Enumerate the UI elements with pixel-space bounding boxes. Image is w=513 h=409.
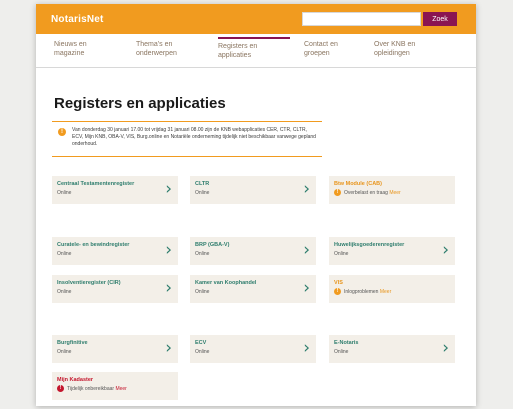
maintenance-notice: ! Van donderdag 30 januari 17.00 tot vri… (52, 121, 322, 157)
more-link[interactable]: Meer (389, 190, 400, 196)
tile-status: Online (57, 251, 72, 257)
tile-status: Online (57, 190, 72, 196)
tile-name: Btw Module (CAB) (334, 181, 382, 187)
warning-icon: ! (58, 128, 66, 136)
tile-brp[interactable]: BRP (GBA-V) Online › (190, 237, 316, 265)
tile-centraal-testamentenregister[interactable]: Centraal Testamentenregister Online › (52, 176, 178, 204)
tile-status-text: Overbelast en traag (344, 190, 388, 196)
tile-name: Burgfinitive (57, 340, 88, 346)
nav-item-over-knb[interactable]: Over KNB en opleidingen (374, 40, 446, 68)
tile-status: Online (195, 289, 210, 295)
top-bar: NotarisNet Zoek (36, 4, 476, 34)
chevron-right-icon: › (303, 240, 310, 260)
nav-item-label: Thema's en (136, 41, 173, 48)
tile-e-notaris[interactable]: E-Notaris Online › (329, 335, 455, 363)
main-nav: Nieuws en magazine Thema's en onderwerpe… (36, 34, 476, 68)
tile-name: E-Notaris (334, 340, 359, 346)
more-link[interactable]: Meer (115, 386, 126, 392)
nav-item-label: opleidingen (374, 50, 410, 57)
page: NotarisNet Zoek Nieuws en magazine Thema… (36, 4, 476, 406)
tile-status: Online (195, 349, 210, 355)
warning-icon: ! (334, 189, 341, 196)
tile-status-text: Inlogproblemen (344, 289, 379, 295)
tile-name: Mijn Kadaster (57, 377, 94, 383)
tile-name: ECV (195, 340, 207, 346)
tile-status: Online (57, 349, 72, 355)
nav-item-label: applicaties (218, 52, 252, 59)
nav-item-label: Nieuws en (54, 41, 87, 48)
tile-name: Curatele- en bewindregister (57, 242, 130, 248)
site-logo[interactable]: NotarisNet (51, 14, 104, 25)
tile-status: Online (334, 251, 349, 257)
tile-burgfinitive[interactable]: Burgfinitive Online › (52, 335, 178, 363)
notice-text: Van donderdag 30 januari 17.00 tot vrijd… (72, 127, 316, 147)
tile-mijn-kadaster[interactable]: Mijn Kadaster ! Tijdelijk onbereikbaar M… (52, 372, 178, 400)
warning-icon: ! (334, 288, 341, 295)
tile-ecv[interactable]: ECV Online › (190, 335, 316, 363)
page-title: Registers en applicaties (54, 95, 226, 112)
tile-status-text: Tijdelijk onbereikbaar (67, 386, 115, 392)
tile-status: Inlogproblemen Meer (344, 289, 391, 295)
tile-name: CLTR (195, 181, 210, 187)
tile-kamer-van-koophandel[interactable]: Kamer van Koophandel Online › (190, 275, 316, 303)
tile-curatele-register[interactable]: Curatele- en bewindregister Online › (52, 237, 178, 265)
chevron-right-icon: › (165, 240, 172, 260)
tile-name: Huwelijksgoederenregister (334, 242, 405, 248)
tile-vis[interactable]: VIS ! Inlogproblemen Meer (329, 275, 455, 303)
chevron-right-icon: › (303, 338, 310, 358)
search-button[interactable]: Zoek (423, 12, 457, 26)
tile-status: Tijdelijk onbereikbaar Meer (67, 386, 127, 392)
nav-item-themas[interactable]: Thema's en onderwerpen (136, 40, 208, 68)
nav-item-label: Contact en (304, 41, 338, 48)
tile-name: Kamer van Koophandel (195, 280, 257, 286)
tile-btw-module[interactable]: Btw Module (CAB) ! Overbelast en traag M… (329, 176, 455, 204)
tile-status: Online (334, 349, 349, 355)
chevron-right-icon: › (442, 240, 449, 260)
tile-insolventieregister[interactable]: Insolventieregister (CIR) Online › (52, 275, 178, 303)
chevron-right-icon: › (303, 278, 310, 298)
nav-item-registers[interactable]: Registers en applicaties (218, 37, 290, 65)
chevron-right-icon: › (165, 278, 172, 298)
chevron-right-icon: › (165, 338, 172, 358)
tile-status: Online (57, 289, 72, 295)
tile-cltr[interactable]: CLTR Online › (190, 176, 316, 204)
more-link[interactable]: Meer (380, 289, 391, 295)
tile-name: BRP (GBA-V) (195, 242, 230, 248)
tile-name: Centraal Testamentenregister (57, 181, 135, 187)
chevron-right-icon: › (303, 179, 310, 199)
nav-item-label: magazine (54, 50, 85, 57)
tile-status: Overbelast en traag Meer (344, 190, 401, 196)
nav-item-label: Over KNB en (374, 41, 416, 48)
nav-item-nieuws[interactable]: Nieuws en magazine (54, 40, 126, 68)
search-input[interactable] (302, 12, 421, 26)
nav-item-label: groepen (304, 50, 330, 57)
nav-item-label: Registers en (218, 43, 258, 50)
tile-name: Insolventieregister (CIR) (57, 280, 121, 286)
chevron-right-icon: › (442, 338, 449, 358)
tile-status: Online (195, 190, 210, 196)
nav-item-contact[interactable]: Contact en groepen (304, 40, 376, 68)
tile-huwelijksgoederenregister[interactable]: Huwelijksgoederenregister Online › (329, 237, 455, 265)
tile-status: Online (195, 251, 210, 257)
tile-name: VIS (334, 280, 343, 286)
chevron-right-icon: › (165, 179, 172, 199)
nav-item-label: onderwerpen (136, 50, 177, 57)
error-icon: ! (57, 385, 64, 392)
